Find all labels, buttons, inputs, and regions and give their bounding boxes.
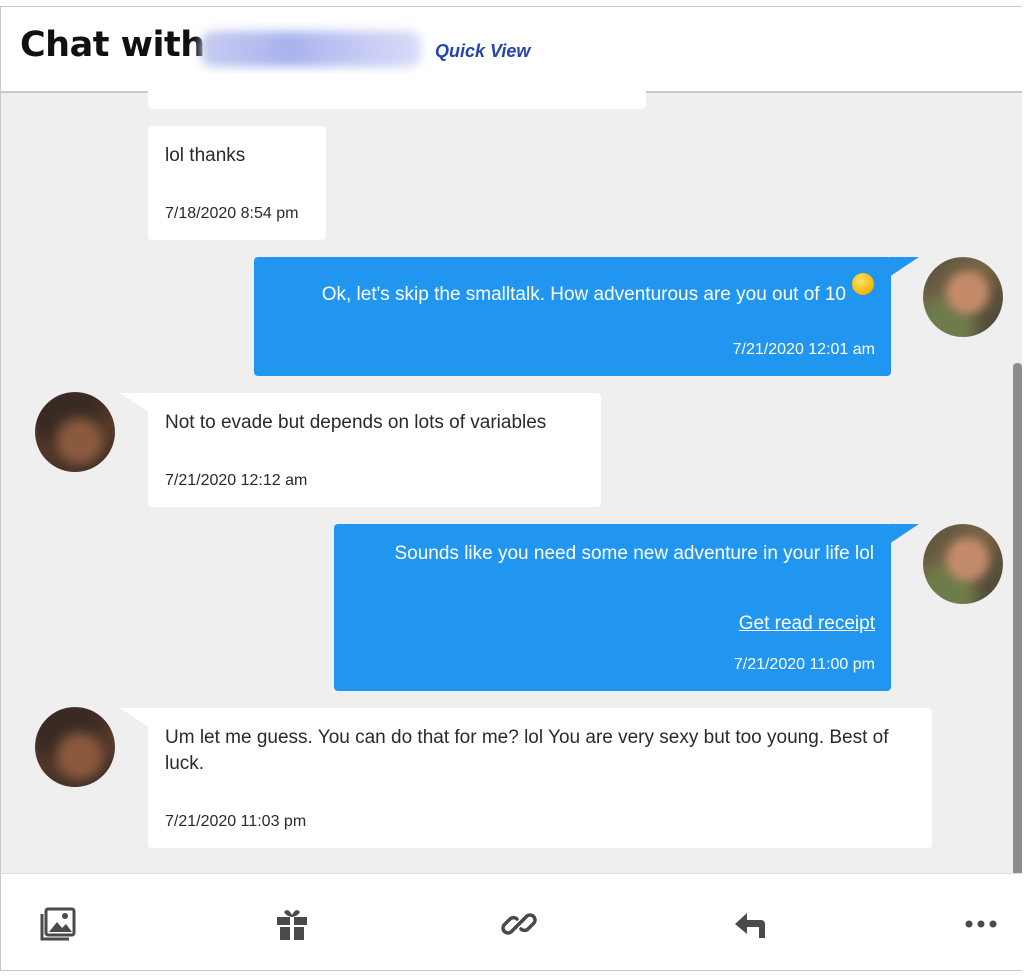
link-icon[interactable] [499,904,539,944]
message-text: Um let me guess. You can do that for me?… [165,727,889,774]
quick-view-link[interactable]: Quick View [435,41,530,62]
bubble-tail [889,524,919,544]
message-text-wrap: Ok, let's skip the smalltalk. How advent… [271,273,874,308]
message-bubble-partial [148,73,646,109]
message-text: lol thanks [165,145,246,166]
chat-window: Chat with Quick View lol thanks 7/18/202… [0,6,1022,971]
message-timestamp: 7/21/2020 12:12 am [165,472,308,489]
reply-icon[interactable] [731,904,771,944]
message-text: Sounds like you need some new adventure … [394,543,874,564]
my-avatar[interactable] [923,524,1003,604]
chat-toolbar [1,873,1022,970]
message-timestamp: 7/21/2020 11:03 pm [165,813,307,830]
scrollbar[interactable] [1013,363,1022,883]
message-list: lol thanks 7/18/2020 8:54 pm Ok, let's s… [1,73,1022,883]
message-text: Ok, let's skip the smalltalk. How advent… [321,284,846,305]
message-bubble-incoming: lol thanks 7/18/2020 8:54 pm [148,126,326,240]
message-bubble-outgoing: Ok, let's skip the smalltalk. How advent… [254,257,891,376]
bubble-tail [889,257,919,277]
contact-avatar[interactable] [35,707,115,787]
contact-avatar[interactable] [35,392,115,472]
message-bubble-incoming: Um let me guess. You can do that for me?… [148,708,932,848]
message-bubble-incoming: Not to evade but depends on lots of vari… [148,393,601,507]
contact-name-redacted [201,31,421,67]
gift-icon[interactable] [272,904,312,944]
message-text: Not to evade but depends on lots of vari… [165,412,547,433]
more-icon[interactable] [961,904,1001,944]
message-bubble-outgoing: Sounds like you need some new adventure … [334,524,891,691]
get-read-receipt-link[interactable]: Get read receipt [739,611,875,637]
photo-icon[interactable] [39,904,79,944]
message-timestamp: 7/21/2020 12:01 am [732,341,875,358]
bubble-tail [120,393,150,413]
my-avatar[interactable] [923,257,1003,337]
bubble-tail [120,708,150,728]
chat-title: Chat with [20,25,205,65]
message-timestamp: 7/18/2020 8:54 pm [165,205,299,222]
message-timestamp: 7/21/2020 11:00 pm [733,656,875,673]
smiley-emoji-icon [852,273,874,295]
